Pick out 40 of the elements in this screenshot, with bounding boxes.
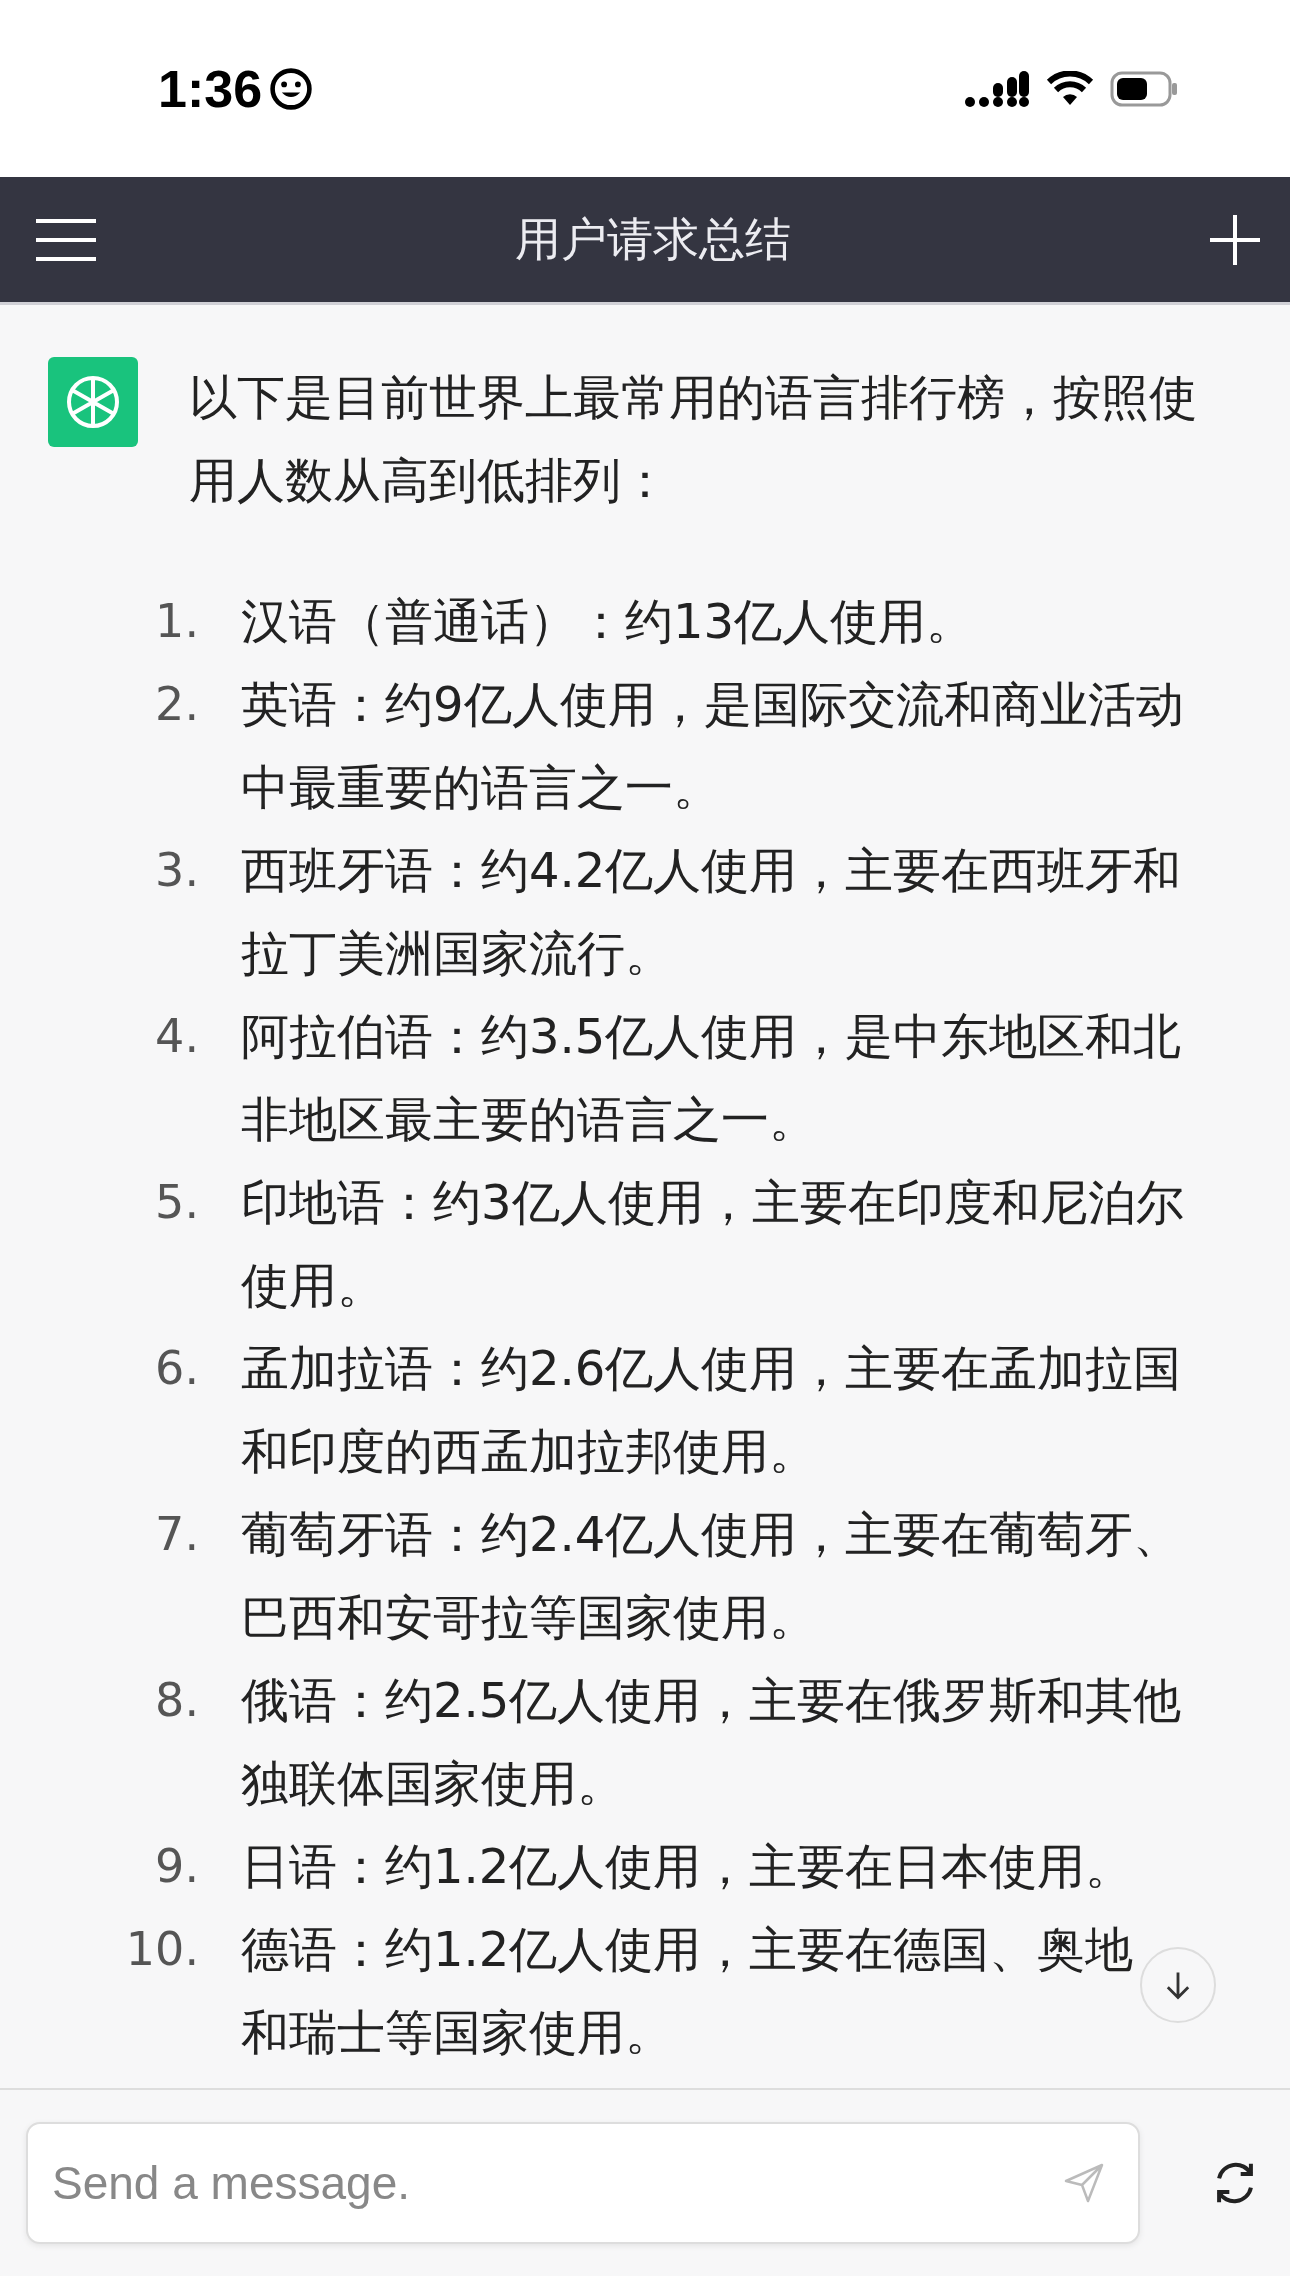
list-item-text: 德语：约1.2亿人使用，主要在德国、奥地 [241, 1920, 1134, 1979]
list-item-text: 独联体国家使用。 [241, 1754, 626, 1813]
list-item-text: 非地区最主要的语言之一。 [241, 1090, 818, 1149]
list-item-text: 葡萄牙语：约2.4亿人使用，主要在葡萄牙、 [241, 1505, 1182, 1564]
list-item-text: 英语：约9亿人使用，是国际交流和商业活动 [241, 675, 1184, 734]
menu-icon[interactable] [36, 217, 96, 262]
list-item-text: 和印度的西孟加拉邦使用。 [241, 1422, 818, 1481]
list-number: 3. [154, 842, 199, 899]
chat-title: 用户请求总结 [515, 210, 791, 268]
list-number: 10. [124, 1921, 199, 1978]
list-number: 4. [154, 1008, 199, 1065]
list-item-text: 使用。 [241, 1256, 386, 1315]
list-number: 9. [154, 1838, 199, 1895]
list-number: 7. [154, 1506, 199, 1563]
list-number: 5. [154, 1174, 199, 1231]
list-number: 8. [154, 1672, 199, 1729]
new-chat-icon[interactable] [1210, 214, 1260, 265]
assistant-logo-icon [48, 357, 138, 447]
list-item-text: 和瑞士等国家使用。 [241, 2003, 674, 2062]
message-text: 以下是目前世界上最常用的语言排行榜，按照使 [189, 368, 1197, 427]
list-item-text: 印地语：约3亿人使用，主要在印度和尼泊尔 [241, 1173, 1184, 1232]
list-item-text: 拉丁美洲国家流行。 [241, 924, 674, 983]
message-input[interactable]: Send a message. [26, 2122, 1140, 2244]
wifi-icon [1046, 70, 1094, 107]
list-item-text: 阿拉伯语：约3.5亿人使用，是中东地区和北 [241, 1007, 1182, 1066]
list-item-text: 中最重要的语言之一。 [241, 758, 722, 817]
list-item-text: 西班牙语：约4.2亿人使用，主要在西班牙和 [241, 841, 1182, 900]
status-time: 1:36 [158, 58, 263, 119]
list-item-text: 俄语：约2.5亿人使用，主要在俄罗斯和其他 [241, 1671, 1182, 1730]
list-item-text: 日语：约1.2亿人使用，主要在日本使用。 [241, 1837, 1134, 1896]
battery-icon [1110, 70, 1178, 107]
list-item-text: 巴西和安哥拉等国家使用。 [241, 1588, 818, 1647]
list-number: 6. [154, 1340, 199, 1397]
list-item-text: 孟加拉语：约2.6亿人使用，主要在孟加拉国 [241, 1339, 1182, 1398]
list-number: 1. [154, 593, 199, 650]
list-number: 2. [154, 676, 199, 733]
list-item-text: 汉语（普通话）：约13亿人使用。 [241, 592, 975, 651]
signal-icon [964, 68, 1030, 109]
message-text: 用人数从高到低排列： [189, 451, 670, 510]
smiley-icon [268, 65, 315, 112]
